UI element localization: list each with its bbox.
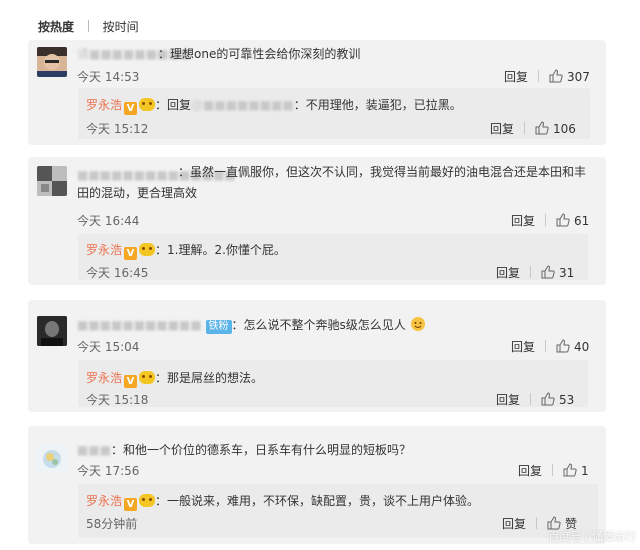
reply-button[interactable]: 回复 — [496, 393, 520, 407]
level-face-icon — [139, 494, 156, 507]
reply-actions: 回复 53 — [496, 391, 574, 408]
v-verified-icon: V — [124, 498, 138, 511]
tab-by-time[interactable]: 按时间 — [103, 20, 139, 34]
action-divider — [545, 340, 547, 352]
comment-time: 今天 16:44 — [77, 214, 140, 228]
action-divider — [552, 464, 554, 476]
thumbs-up-icon — [541, 392, 555, 406]
like-count: 1 — [581, 464, 589, 478]
like-button[interactable]: 307 — [549, 69, 590, 84]
reply-button[interactable]: 回复 — [511, 340, 535, 354]
avatar[interactable] — [37, 443, 67, 473]
reply-button[interactable]: 回复 — [504, 70, 528, 84]
comment-time: 今天 15:04 — [77, 340, 140, 354]
comment-text: ：理想one的可靠性会给你深刻的教训 — [158, 47, 361, 61]
level-face-icon — [139, 371, 156, 384]
reply-button[interactable]: 回复 — [502, 517, 526, 531]
level-face-icon — [139, 98, 156, 111]
reply-actions: 回复 106 — [490, 120, 576, 137]
thumbs-up-icon — [556, 339, 570, 353]
reply-button[interactable]: 回复 — [518, 464, 542, 478]
thumbs-up-icon — [563, 463, 577, 477]
action-divider — [530, 266, 532, 278]
action-divider — [538, 70, 540, 82]
avatar-photo-icon — [37, 443, 67, 473]
reply-text: ：不用理他，装逼犯，已拉黑。 — [293, 98, 462, 112]
reply-line: 罗永浩 V ：一般说来，难用，不环保，缺配置，贵，谈不上用户体验。 — [86, 492, 479, 511]
reply-time: 今天 15:12 — [86, 122, 149, 136]
comment-actions: 回复 307 — [504, 68, 590, 85]
comment-time: 今天 14:53 — [77, 70, 140, 84]
reply-line: 罗永浩 V ：那是屌丝的想法。 — [86, 369, 263, 388]
comment-actions: 回复 61 — [511, 212, 589, 229]
reply-line: 罗永浩 V ：1.理解。2.你懂个屁。 — [86, 241, 286, 260]
action-divider — [530, 393, 532, 405]
username[interactable]: ■■■■■■■■■■■ — [77, 318, 202, 332]
v-verified-icon: V — [124, 375, 138, 388]
reply-text: ：1.理解。2.你懂个屁。 — [155, 243, 286, 257]
v-verified-icon: V — [124, 102, 138, 115]
avatar-photo-icon — [37, 166, 67, 196]
thumbs-up-icon — [541, 265, 555, 279]
avatar-photo-icon — [37, 316, 67, 346]
reply-username[interactable]: 罗永浩 — [86, 243, 122, 257]
thumbs-up-icon — [549, 69, 563, 83]
watermark: 百度号 / 懂懂出行 — [548, 530, 636, 543]
reply-button[interactable]: 回复 — [490, 122, 514, 136]
reply-button[interactable]: 回复 — [511, 214, 535, 228]
reply-button[interactable]: 回复 — [496, 266, 520, 280]
like-count: 307 — [567, 70, 590, 84]
like-count: 106 — [553, 122, 576, 136]
username[interactable]: ■■■ — [77, 443, 111, 457]
reply-line: 罗永浩 V ：回复@■■■■■■■■：不用理他，装逼犯，已拉黑。 — [86, 96, 462, 115]
reply-text: ：一般说来，难用，不环保，缺配置，贵，谈不上用户体验。 — [155, 494, 480, 508]
like-button[interactable]: 61 — [556, 213, 590, 228]
reply-time: 今天 15:18 — [86, 393, 149, 407]
comment-text: ：和他一个价位的德系车，日系车有什么明显的短板吗？ — [111, 443, 412, 457]
thumbs-up-icon — [535, 121, 549, 135]
avatar-photo-icon — [37, 47, 67, 77]
like-count: 31 — [559, 266, 575, 280]
like-button[interactable]: 1 — [563, 463, 589, 478]
action-divider — [524, 122, 526, 134]
comment-text: ：怎么说不整个奔驰s级怎么见人 — [231, 318, 406, 332]
like-button[interactable]: 53 — [541, 392, 575, 407]
like-button[interactable]: 31 — [541, 265, 575, 280]
reply-prefix: ：回复 — [155, 98, 192, 112]
smile-emoji-icon — [410, 317, 425, 331]
tab-by-hot[interactable]: 按热度 — [38, 20, 74, 34]
sort-tabs: 按热度 按时间 — [38, 18, 139, 35]
reply-username[interactable]: 罗永浩 — [86, 494, 122, 508]
comment-actions: 回复 1 — [518, 462, 589, 479]
v-verified-icon: V — [124, 247, 138, 260]
avatar[interactable] — [37, 47, 67, 77]
comment-actions: 回复 40 — [511, 338, 589, 355]
thumbs-up-icon — [556, 213, 570, 227]
reply-username[interactable]: 罗永浩 — [86, 371, 122, 385]
reply-text: ：那是屌丝的想法。 — [155, 371, 264, 385]
avatar[interactable] — [37, 166, 67, 196]
reply-username[interactable]: 罗永浩 — [86, 98, 122, 112]
reply-mention[interactable]: @■■■■■■■■ — [191, 98, 294, 112]
action-divider — [545, 214, 547, 226]
comment-line: ■■■：和他一个价位的德系车，日系车有什么明显的短板吗？ — [77, 441, 411, 458]
like-count: 61 — [574, 214, 590, 228]
reply-actions: 回复 31 — [496, 264, 574, 281]
tab-divider — [87, 20, 89, 32]
reply-time: 今天 16:45 — [86, 266, 149, 280]
like-button[interactable]: 106 — [535, 121, 576, 136]
comment-line: ■■■■■■■■■■■ 铁粉 ：怎么说不整个奔驰s级怎么见人 — [77, 316, 426, 334]
avatar[interactable] — [37, 316, 67, 346]
comment-text: ：虽然一直佩服你，但这次不认同，我觉得当前最好的油电混合还是本田和丰田的混动，更… — [77, 165, 587, 200]
reply-time: 58分钟前 — [86, 517, 138, 531]
action-divider — [536, 517, 538, 529]
fan-badge: 铁粉 — [205, 320, 232, 334]
like-count: 53 — [559, 393, 575, 407]
like-button[interactable]: 40 — [556, 339, 590, 354]
level-face-icon — [139, 243, 156, 256]
like-count: 40 — [574, 340, 590, 354]
comment-time: 今天 17:56 — [77, 464, 140, 478]
